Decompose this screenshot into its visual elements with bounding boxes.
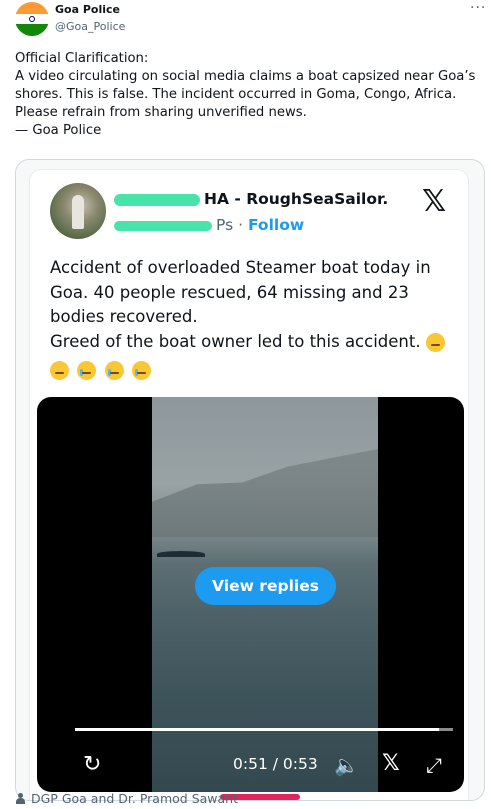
- tagged-users[interactable]: DGP Goa and Dr. Pramod Sawant: [16, 791, 238, 806]
- post-body-line: A video circulating on social media clai…: [15, 69, 476, 84]
- x-logo-icon: 𝕏: [422, 184, 447, 219]
- capsized-boat: [157, 551, 205, 557]
- video-time: 0:51 / 0:53: [233, 755, 318, 773]
- quoted-text-line: bodies recovered.: [50, 307, 198, 326]
- post-body-line: shores. This is false. The incident occu…: [15, 87, 457, 102]
- quoted-author-name: HA - RoughSeaSailor.: [114, 190, 388, 208]
- redaction-mark: [114, 220, 212, 231]
- quoted-post-text: Accident of overloaded Steamer boat toda…: [50, 256, 460, 383]
- post-body-line: Official Clarification:: [15, 51, 149, 66]
- quoted-author-handle: Ps · Follow: [114, 216, 304, 234]
- video-player[interactable]: View replies ↻ 0:51 / 0:53 🔈 𝕏 ⤢: [37, 397, 464, 792]
- tagged-users-text[interactable]: DGP Goa and Dr. Pramod Sawant: [31, 791, 238, 806]
- quoted-post-screenshot[interactable]: HA - RoughSeaSailor. Ps · Follow 𝕏 Accid…: [29, 169, 469, 800]
- embedded-media-card[interactable]: HA - RoughSeaSailor. Ps · Follow 𝕏 Accid…: [15, 159, 485, 801]
- view-replies-button[interactable]: View replies: [195, 567, 336, 605]
- follow-button[interactable]: Follow: [248, 216, 304, 234]
- author-avatar[interactable]: [15, 2, 49, 36]
- author-name[interactable]: Goa Police: [55, 3, 120, 16]
- post-body-line: Please refrain from sharing unverified n…: [15, 105, 307, 120]
- video-progress-fill: [75, 728, 439, 731]
- replay-icon[interactable]: ↻: [83, 752, 101, 777]
- volume-icon[interactable]: 🔈: [334, 753, 359, 777]
- quoted-author-avatar: [50, 183, 106, 239]
- redaction-mark: [114, 193, 200, 206]
- person-icon: [16, 793, 25, 804]
- crying-face-icon: [77, 361, 97, 380]
- downcast-sweat-face-icon: [131, 361, 151, 380]
- fullscreen-icon[interactable]: ⤢: [426, 753, 442, 777]
- x-logo-icon[interactable]: 𝕏: [382, 751, 400, 776]
- more-options-icon[interactable]: ···: [470, 0, 486, 16]
- face-with-monocle-icon: [50, 361, 69, 380]
- post-body: Official Clarification: A video circulat…: [15, 50, 480, 140]
- hills-background: [152, 449, 378, 537]
- post-body-line: — Goa Police: [15, 123, 102, 138]
- author-handle[interactable]: @Goa_Police: [55, 20, 125, 33]
- emoji-row: [50, 358, 460, 383]
- quoted-text-line: Accident of overloaded Steamer boat toda…: [50, 258, 431, 277]
- crying-face-icon: [104, 361, 124, 380]
- thinking-face-icon: [425, 332, 445, 352]
- video-progress-bar[interactable]: [75, 728, 453, 731]
- quoted-text-line: Goa. 40 people rescued, 64 missing and 2…: [50, 282, 409, 302]
- ashoka-chakra-icon: [29, 16, 35, 22]
- quoted-text-line: Greed of the boat owner led to this acci…: [50, 330, 460, 355]
